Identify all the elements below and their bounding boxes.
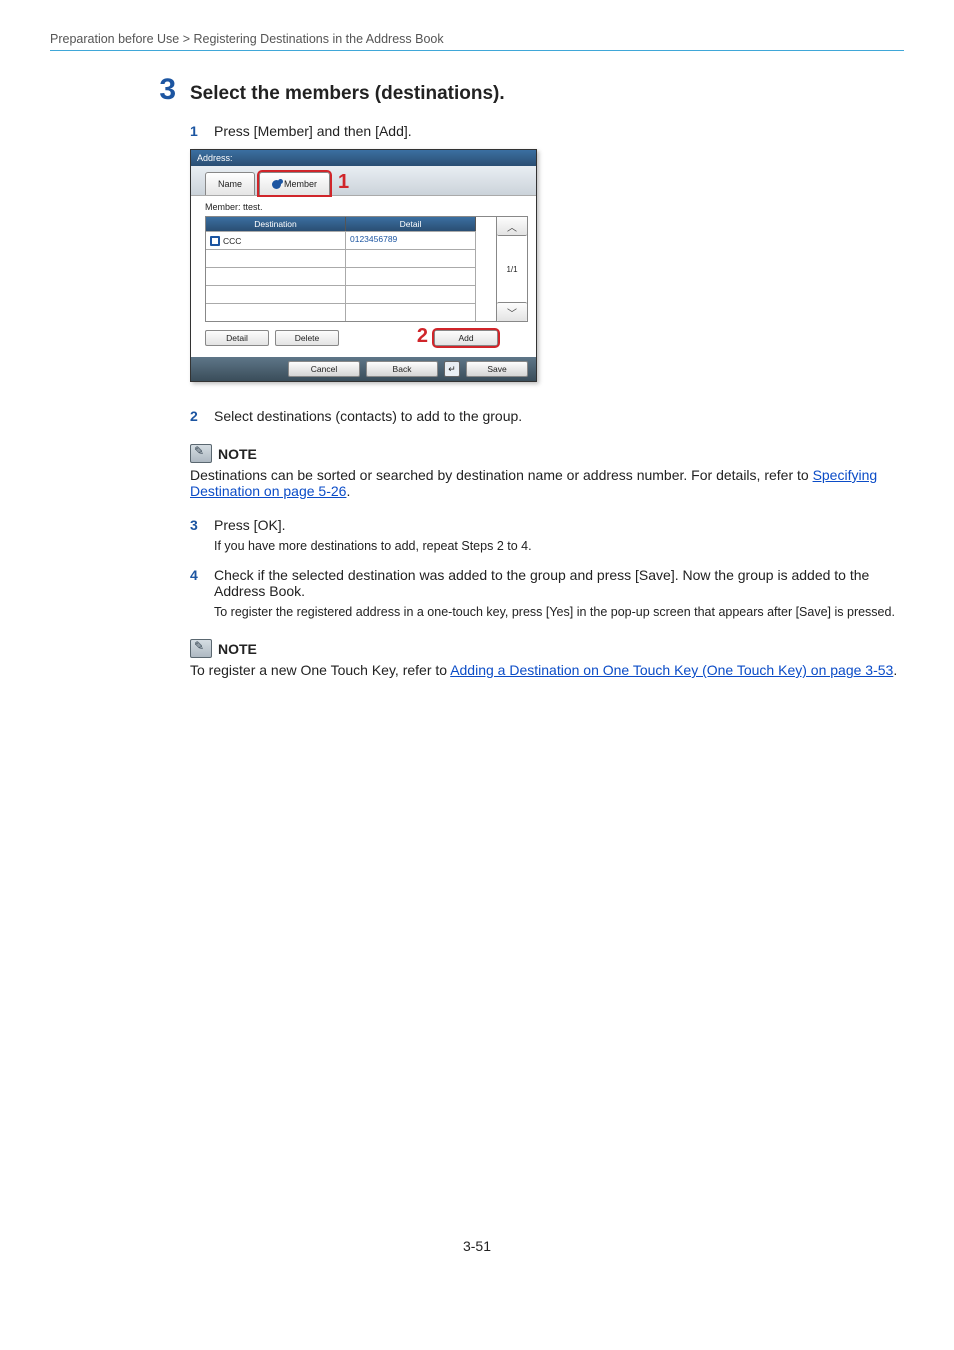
note-1-body: Destinations can be sorted or searched b…	[190, 467, 904, 499]
enter-icon: ↵	[444, 361, 460, 377]
note-label-2: NOTE	[218, 641, 257, 657]
back-button[interactable]: Back	[366, 361, 438, 377]
empty-cell	[346, 303, 476, 321]
tab-name[interactable]: Name	[205, 172, 255, 195]
substep-3-detail: If you have more destinations to add, re…	[214, 539, 904, 553]
empty-cell	[206, 303, 346, 321]
substep-4-detail: To register the registered address in a …	[214, 605, 904, 619]
substep-3-text: Press [OK].	[214, 517, 904, 533]
header-rule	[50, 50, 904, 51]
empty-cell	[346, 267, 476, 285]
substep-3-number: 3	[190, 517, 204, 553]
step-number: 3	[138, 75, 176, 105]
scroll-down-button[interactable]: ﹀	[497, 302, 527, 321]
people-icon	[272, 180, 281, 189]
empty-cell	[206, 267, 346, 285]
save-button[interactable]: Save	[466, 361, 528, 377]
tab-member-label: Member	[284, 179, 317, 189]
page-indicator: 1/1	[506, 236, 517, 302]
note-2-body: To register a new One Touch Key, refer t…	[190, 662, 904, 678]
tab-member[interactable]: Member	[259, 172, 330, 195]
empty-cell	[346, 285, 476, 303]
cancel-button[interactable]: Cancel	[288, 361, 360, 377]
device-screenshot: Address: Name Member 1 Member: ttest. De	[190, 149, 537, 382]
note-1-post: .	[346, 483, 350, 499]
empty-cell	[206, 249, 346, 267]
note-icon	[190, 639, 212, 658]
callout-1: 1	[338, 171, 349, 193]
substep-1-text: Press [Member] and then [Add].	[214, 123, 904, 139]
substep-2-number: 2	[190, 408, 204, 424]
delete-button[interactable]: Delete	[275, 330, 339, 346]
note-icon	[190, 444, 212, 463]
col-detail: Detail	[346, 217, 476, 231]
scroll-up-button[interactable]: ︿	[497, 217, 527, 236]
device-titlebar: Address:	[191, 150, 536, 166]
note-2-post: .	[893, 662, 897, 678]
substep-4-number: 4	[190, 567, 204, 619]
link-one-touch-key[interactable]: Adding a Destination on One Touch Key (O…	[450, 662, 893, 678]
member-count-label: Member: ttest.	[205, 202, 528, 212]
note-2-pre: To register a new One Touch Key, refer t…	[190, 662, 450, 678]
callout-2: 2	[417, 325, 428, 347]
add-button[interactable]: Add	[434, 330, 498, 346]
col-destination: Destination	[206, 217, 346, 231]
substep-1-number: 1	[190, 123, 204, 139]
fax-icon	[210, 236, 220, 246]
substep-2-text: Select destinations (contacts) to add to…	[214, 408, 904, 424]
substep-4-text: Check if the selected destination was ad…	[214, 567, 904, 599]
row-dest-text: CCC	[223, 236, 241, 246]
page-number: 3-51	[50, 1238, 904, 1254]
note-1-pre: Destinations can be sorted or searched b…	[190, 467, 813, 483]
empty-cell	[206, 285, 346, 303]
note-label: NOTE	[218, 446, 257, 462]
detail-button[interactable]: Detail	[205, 330, 269, 346]
step-title: Select the members (destinations).	[190, 83, 505, 105]
row-destination[interactable]: CCC	[206, 231, 346, 249]
empty-cell	[346, 249, 476, 267]
row-detail: 0123456789	[346, 231, 476, 249]
breadcrumb: Preparation before Use > Registering Des…	[50, 32, 904, 46]
